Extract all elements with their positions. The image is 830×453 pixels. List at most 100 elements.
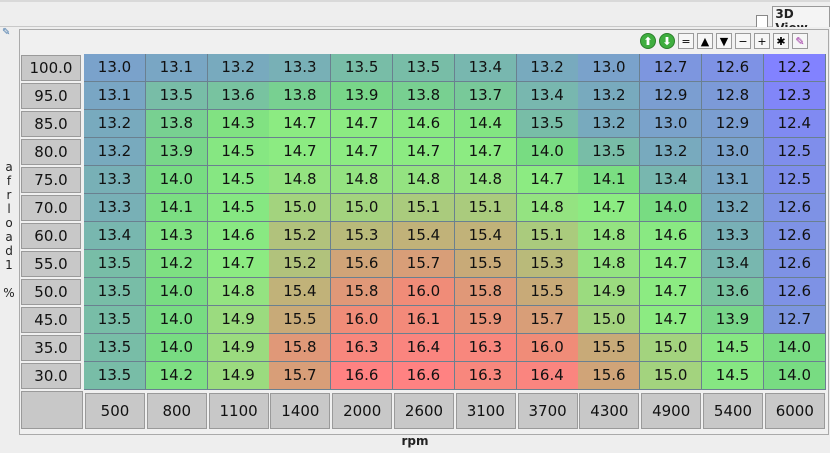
table-cell[interactable]: 13.0 <box>702 138 764 166</box>
table-cell[interactable]: 12.6 <box>763 194 826 222</box>
table-cell[interactable]: 13.5 <box>145 82 208 110</box>
table-cell[interactable]: 14.0 <box>145 278 208 306</box>
table-cell[interactable]: 15.3 <box>516 250 579 278</box>
table-cell[interactable]: 15.1 <box>454 194 517 222</box>
table-cell[interactable]: 15.4 <box>269 278 332 306</box>
table-cell[interactable]: 14.0 <box>516 138 579 166</box>
table-cell[interactable]: 13.6 <box>702 278 764 306</box>
table-cell[interactable]: 14.0 <box>145 334 208 362</box>
x-axis-value[interactable]: 4300 <box>579 393 640 429</box>
table-cell[interactable]: 13.4 <box>516 82 579 110</box>
table-cell[interactable]: 16.0 <box>331 306 394 334</box>
table-cell[interactable]: 13.9 <box>331 82 394 110</box>
table-cell[interactable]: 13.2 <box>578 82 641 110</box>
increment-down-button[interactable]: ▼ <box>716 33 732 49</box>
table-cell[interactable]: 13.0 <box>578 54 641 82</box>
table-cell[interactable]: 12.6 <box>763 222 826 250</box>
table-cell[interactable]: 14.8 <box>516 194 579 222</box>
table-cell[interactable]: 15.2 <box>269 222 332 250</box>
table-cell[interactable]: 14.0 <box>145 306 208 334</box>
table-cell[interactable]: 14.7 <box>207 250 270 278</box>
table-cell[interactable]: 15.0 <box>640 334 703 362</box>
table-cell[interactable]: 14.7 <box>331 138 394 166</box>
y-axis-value[interactable]: 85.0 <box>21 111 81 137</box>
table-cell[interactable]: 14.1 <box>578 166 641 194</box>
table-cell[interactable]: 12.7 <box>640 54 703 82</box>
table-cell[interactable]: 13.6 <box>207 82 270 110</box>
table-cell[interactable]: 13.3 <box>84 194 146 222</box>
table-cell[interactable]: 14.7 <box>269 138 332 166</box>
table-cell[interactable]: 16.0 <box>393 278 455 306</box>
table-cell[interactable]: 16.6 <box>393 362 455 390</box>
x-axis-value[interactable]: 6000 <box>764 393 825 429</box>
table-cell[interactable]: 15.2 <box>269 250 332 278</box>
y-axis-value[interactable]: 80.0 <box>21 139 81 165</box>
x-axis-value[interactable]: 2000 <box>332 393 393 429</box>
table-cell[interactable]: 14.0 <box>145 166 208 194</box>
table-cell[interactable]: 13.5 <box>516 110 579 138</box>
table-cell[interactable]: 14.3 <box>207 110 270 138</box>
x-axis-value[interactable]: 4900 <box>641 393 702 429</box>
table-cell[interactable]: 13.5 <box>393 54 455 82</box>
pen-button[interactable]: ✎ <box>792 33 808 49</box>
table-cell[interactable]: 12.2 <box>763 54 826 82</box>
y-axis-value[interactable]: 100.0 <box>21 55 81 81</box>
table-cell[interactable]: 14.6 <box>207 222 270 250</box>
x-axis-value[interactable]: 5400 <box>703 393 763 429</box>
table-cell[interactable]: 13.5 <box>578 138 641 166</box>
table-cell[interactable]: 14.8 <box>393 166 455 194</box>
table-cell[interactable]: 13.5 <box>84 306 146 334</box>
table-cell[interactable]: 13.2 <box>578 110 641 138</box>
subtract-button[interactable]: − <box>735 33 751 49</box>
table-cell[interactable]: 14.7 <box>640 278 703 306</box>
table-cell[interactable]: 12.5 <box>763 138 826 166</box>
table-cell[interactable]: 14.5 <box>207 194 270 222</box>
table-cell[interactable]: 15.7 <box>269 362 332 390</box>
table-cell[interactable]: 13.1 <box>84 82 146 110</box>
table-cell[interactable]: 14.8 <box>578 250 641 278</box>
table-cell[interactable]: 14.7 <box>516 166 579 194</box>
x-axis-value[interactable]: 2600 <box>394 393 454 429</box>
add-button[interactable]: + <box>754 33 770 49</box>
table-cell[interactable]: 15.7 <box>393 250 455 278</box>
table-cell[interactable]: 14.4 <box>454 110 517 138</box>
table-cell[interactable]: 13.5 <box>84 334 146 362</box>
y-axis-value[interactable]: 30.0 <box>21 363 81 389</box>
table-cell[interactable]: 12.9 <box>640 82 703 110</box>
table-cell[interactable]: 14.7 <box>578 194 641 222</box>
table-cell[interactable]: 13.9 <box>702 306 764 334</box>
table-cell[interactable]: 12.6 <box>702 54 764 82</box>
x-axis-value[interactable]: 1400 <box>270 393 331 429</box>
table-cell[interactable]: 15.6 <box>331 250 394 278</box>
table-cell[interactable]: 12.6 <box>763 250 826 278</box>
table-cell[interactable]: 13.1 <box>145 54 208 82</box>
table-cell[interactable]: 13.2 <box>84 110 146 138</box>
x-axis-value[interactable]: 3700 <box>517 393 578 429</box>
x-axis-value[interactable]: 1100 <box>208 393 269 429</box>
table-cell[interactable]: 14.7 <box>454 138 517 166</box>
table-cell[interactable]: 14.0 <box>763 362 826 390</box>
table-cell[interactable]: 13.5 <box>84 250 146 278</box>
table-cell[interactable]: 13.1 <box>702 166 764 194</box>
table-cell[interactable]: 15.5 <box>516 278 579 306</box>
table-cell[interactable]: 14.6 <box>640 222 703 250</box>
table-cell[interactable]: 15.7 <box>516 306 579 334</box>
table-cell[interactable]: 14.2 <box>145 362 208 390</box>
table-cell[interactable]: 14.5 <box>207 166 270 194</box>
y-axis-value[interactable]: 35.0 <box>21 335 81 361</box>
table-cell[interactable]: 16.3 <box>331 334 394 362</box>
table-cell[interactable]: 13.0 <box>640 110 703 138</box>
table-cell[interactable]: 12.5 <box>763 166 826 194</box>
table-cell[interactable]: 15.0 <box>640 362 703 390</box>
table-cell[interactable]: 14.3 <box>145 222 208 250</box>
table-cell[interactable]: 14.7 <box>640 250 703 278</box>
table-cell[interactable]: 14.7 <box>640 306 703 334</box>
y-axis-value[interactable]: 75.0 <box>21 167 81 193</box>
table-cell[interactable]: 15.1 <box>516 222 579 250</box>
table-cell[interactable]: 15.4 <box>454 222 517 250</box>
decrease-button[interactable]: ⬇ <box>659 33 675 49</box>
table-cell[interactable]: 14.9 <box>578 278 641 306</box>
table-cell[interactable]: 13.4 <box>702 250 764 278</box>
table-cell[interactable]: 15.0 <box>269 194 332 222</box>
table-cell[interactable]: 12.3 <box>763 82 826 110</box>
